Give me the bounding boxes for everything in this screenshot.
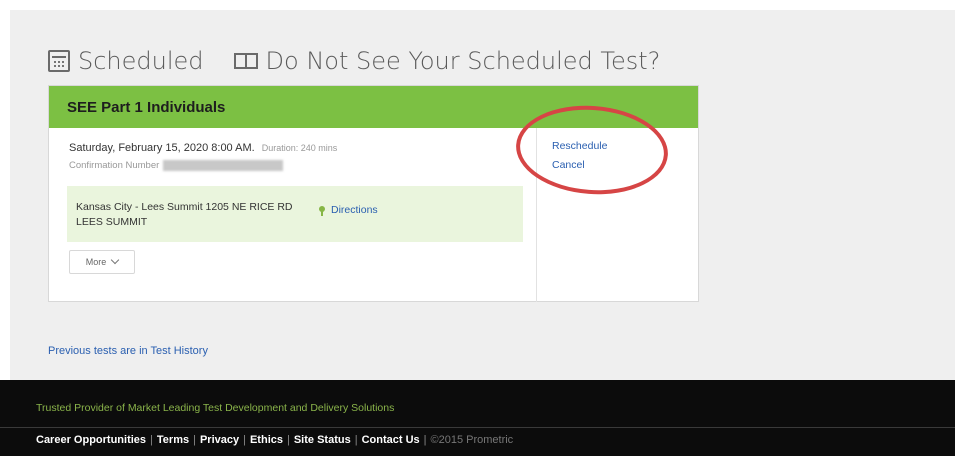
separator: | <box>354 434 358 446</box>
not-see-scheduled-link[interactable]: Do Not See Your Scheduled Test? <box>266 47 661 75</box>
confirmation-line: Confirmation Number <box>69 160 284 171</box>
chevron-down-icon <box>111 255 120 265</box>
separator: | <box>423 434 427 446</box>
footer-tagline: Trusted Provider of Market Leading Test … <box>36 402 395 414</box>
more-label: More <box>85 257 107 267</box>
location-address: Kansas City - Lees Summit 1205 NE RICE R… <box>76 201 293 228</box>
more-button[interactable]: More <box>69 250 135 274</box>
reschedule-link[interactable]: Reschedule <box>552 140 607 152</box>
test-history-link[interactable]: Previous tests are in Test History <box>48 345 208 357</box>
footer-link-privacy[interactable]: Privacy <box>200 434 239 446</box>
footer-link-site-status[interactable]: Site Status <box>294 434 351 446</box>
copyright: ©2015 Prometric <box>430 434 514 446</box>
footer-divider <box>0 427 955 428</box>
separator: | <box>243 434 246 446</box>
appointment-datetime: Saturday, February 15, 2020 8:00 AM. <box>69 142 255 154</box>
separator: | <box>286 434 290 446</box>
footer-link-careers[interactable]: Career Opportunities <box>36 434 146 446</box>
id-card-icon <box>233 53 258 69</box>
confirmation-label: Confirmation Number <box>69 160 160 171</box>
footer-link-ethics[interactable]: Ethics <box>250 434 283 446</box>
scheduled-heading: Scheduled Do Not See Your Scheduled Test… <box>48 44 660 78</box>
appointment-date-line: Saturday, February 15, 2020 8:00 AM. Dur… <box>69 142 337 154</box>
test-center-location: Kansas City - Lees Summit 1205 NE RICE R… <box>67 186 523 242</box>
appointment-details: Saturday, February 15, 2020 8:00 AM. Dur… <box>49 128 537 302</box>
separator: | <box>150 434 153 446</box>
calendar-icon <box>48 50 70 72</box>
footer-link-contact[interactable]: Contact Us <box>362 434 420 446</box>
directions-label: Directions <box>331 204 378 216</box>
directions-link[interactable]: Directions <box>319 204 378 216</box>
separator: | <box>193 434 196 446</box>
footer-link-terms[interactable]: Terms <box>157 434 189 446</box>
appointment-actions: Reschedule Cancel <box>513 100 698 302</box>
footer-links: Career Opportunities | Terms | Privacy | Ethic… <box>36 434 513 446</box>
appointment-card: SEE Part 1 Individuals Saturday, Februar… <box>48 85 699 302</box>
appointment-duration: Duration: 240 mins <box>261 143 338 153</box>
scheduled-title: Scheduled <box>78 47 204 75</box>
cancel-link[interactable]: Cancel <box>552 159 585 171</box>
confirmation-number-redacted <box>163 160 284 171</box>
site-footer: Trusted Provider of Market Leading Test … <box>0 380 955 456</box>
map-pin-icon <box>319 205 325 216</box>
